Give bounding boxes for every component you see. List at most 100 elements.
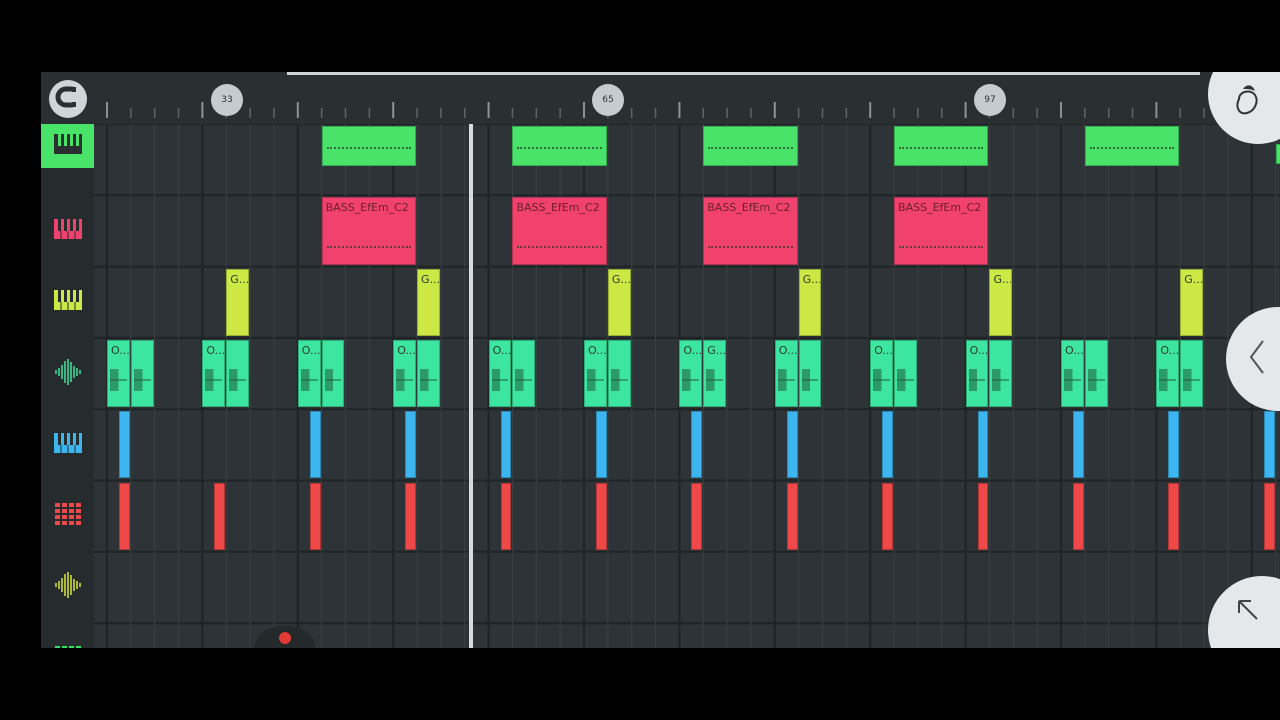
yellow-pattern-clip[interactable]: G...: [1180, 268, 1204, 336]
red-drum-clip[interactable]: [214, 482, 226, 550]
track-button-green-piano[interactable]: [41, 124, 94, 168]
green-pattern-clip[interactable]: [894, 126, 989, 166]
chevron-left-icon: [1247, 339, 1267, 379]
bar-marker-label: 65: [602, 95, 614, 105]
audio-clip[interactable]: O...: [297, 339, 321, 408]
clip-label: G...: [1184, 272, 1204, 286]
bar-marker-97[interactable]: 97: [974, 84, 1006, 116]
audio-clip[interactable]: O...: [202, 339, 226, 408]
track-button-yellow-piano[interactable]: [41, 267, 94, 338]
yellow-pattern-clip[interactable]: G...: [226, 268, 250, 336]
bar-marker-65[interactable]: 65: [592, 84, 624, 116]
waveform: [1064, 368, 1081, 391]
red-drum-clip[interactable]: [1168, 482, 1180, 550]
piano-icon: [53, 289, 83, 315]
audio-clip[interactable]: O...: [1156, 339, 1180, 408]
playlist-grid[interactable]: BASS_EfEm_C2 BASS_EfEm_C2 BASS_EfEm_C2 BASS…: [94, 124, 1280, 648]
blue-note-clip[interactable]: [500, 411, 512, 479]
green-pattern-clip[interactable]: [1084, 126, 1180, 166]
audio-clip[interactable]: [512, 339, 536, 408]
audio-clip[interactable]: [417, 339, 440, 408]
red-drum-clip[interactable]: [595, 482, 607, 550]
waveform: [968, 368, 986, 391]
green-pattern-clip[interactable]: [703, 126, 798, 166]
track-button-bass-piano[interactable]: [41, 195, 94, 266]
waveform-icon: [53, 357, 83, 391]
yellow-pattern-clip[interactable]: G...: [798, 268, 822, 336]
waveform: [873, 368, 891, 391]
blue-note-clip[interactable]: [118, 411, 130, 479]
yellow-pattern-clip[interactable]: G...: [989, 268, 1013, 336]
yellow-pattern-clip[interactable]: G...: [607, 268, 631, 336]
blue-note-clip[interactable]: [1072, 411, 1084, 479]
green-pattern-clip[interactable]: [512, 126, 607, 166]
audio-clip[interactable]: O...: [584, 339, 607, 408]
clip-label: G...: [707, 343, 727, 357]
red-drum-clip[interactable]: [1072, 482, 1084, 550]
bass-clip[interactable]: BASS_EfEm_C2: [321, 197, 417, 265]
blue-note-clip[interactable]: [309, 411, 321, 479]
yellow-pattern-clip[interactable]: G...: [417, 268, 440, 336]
audio-clip[interactable]: [1084, 339, 1108, 408]
note-pattern: [708, 245, 793, 248]
audio-clip[interactable]: O...: [488, 339, 512, 408]
audio-clip[interactable]: O...: [870, 339, 894, 408]
audio-clip[interactable]: O...: [1061, 339, 1084, 408]
track-button-red-drums[interactable]: [41, 481, 94, 552]
audio-clip[interactable]: [894, 339, 917, 408]
track-button-audio-green[interactable]: [41, 338, 94, 409]
audio-clip[interactable]: [226, 339, 250, 408]
waveform: [324, 368, 342, 391]
blue-note-clip[interactable]: [1263, 411, 1275, 479]
green-pattern-clip[interactable]: [1275, 144, 1280, 164]
blue-note-clip[interactable]: [405, 411, 417, 479]
track-button-blue-piano[interactable]: [41, 409, 94, 480]
red-drum-clip[interactable]: [977, 482, 989, 550]
blue-note-clip[interactable]: [1168, 411, 1180, 479]
bar-marker-33[interactable]: 33: [211, 84, 243, 116]
track-button-audio-yellow[interactable]: [41, 552, 94, 623]
record-dot-icon: [279, 632, 291, 644]
clip-label: O...: [778, 343, 798, 357]
audio-clip[interactable]: G...: [703, 339, 727, 408]
audio-clip[interactable]: [607, 339, 631, 408]
audio-clip[interactable]: O...: [679, 339, 703, 408]
bass-clip[interactable]: BASS_EfEm_C2: [703, 197, 798, 265]
blue-note-clip[interactable]: [786, 411, 798, 479]
red-drum-clip[interactable]: [118, 482, 130, 550]
red-drum-clip[interactable]: [500, 482, 512, 550]
blue-note-clip[interactable]: [691, 411, 703, 479]
audio-clip[interactable]: [989, 339, 1013, 408]
audio-clip[interactable]: O...: [965, 339, 989, 408]
audio-clip[interactable]: [130, 339, 154, 408]
audio-clip[interactable]: [798, 339, 822, 408]
audio-clip[interactable]: [1180, 339, 1204, 408]
waveform: [777, 368, 795, 391]
blue-note-clip[interactable]: [595, 411, 607, 479]
green-pattern-clip[interactable]: [321, 126, 417, 166]
clip-label: BASS_EfEm_C2: [898, 201, 982, 215]
bass-clip[interactable]: BASS_EfEm_C2: [894, 197, 989, 265]
audio-clip[interactable]: O...: [107, 339, 130, 408]
red-drum-clip[interactable]: [1263, 482, 1275, 550]
blue-note-clip[interactable]: [882, 411, 894, 479]
note-pattern: [708, 147, 793, 149]
red-drum-clip[interactable]: [309, 482, 321, 550]
red-drum-clip[interactable]: [405, 482, 417, 550]
note-pattern: [899, 147, 984, 149]
audio-clip[interactable]: O...: [393, 339, 417, 408]
red-drum-clip[interactable]: [882, 482, 894, 550]
bass-clip[interactable]: BASS_EfEm_C2: [512, 197, 607, 265]
audio-clip[interactable]: O...: [774, 339, 798, 408]
track-button-green-drums[interactable]: [41, 623, 94, 648]
red-drum-clip[interactable]: [691, 482, 703, 550]
clip-label: O...: [492, 343, 512, 357]
clip-label: O...: [969, 343, 989, 357]
drum-grid-icon: [53, 644, 83, 648]
red-drum-clip[interactable]: [786, 482, 798, 550]
playhead[interactable]: [469, 124, 473, 648]
audio-clip[interactable]: [321, 339, 345, 408]
blue-note-clip[interactable]: [977, 411, 989, 479]
timeline-ruler[interactable]: 33 65 97: [41, 72, 1280, 124]
clip-label: G...: [611, 272, 631, 286]
